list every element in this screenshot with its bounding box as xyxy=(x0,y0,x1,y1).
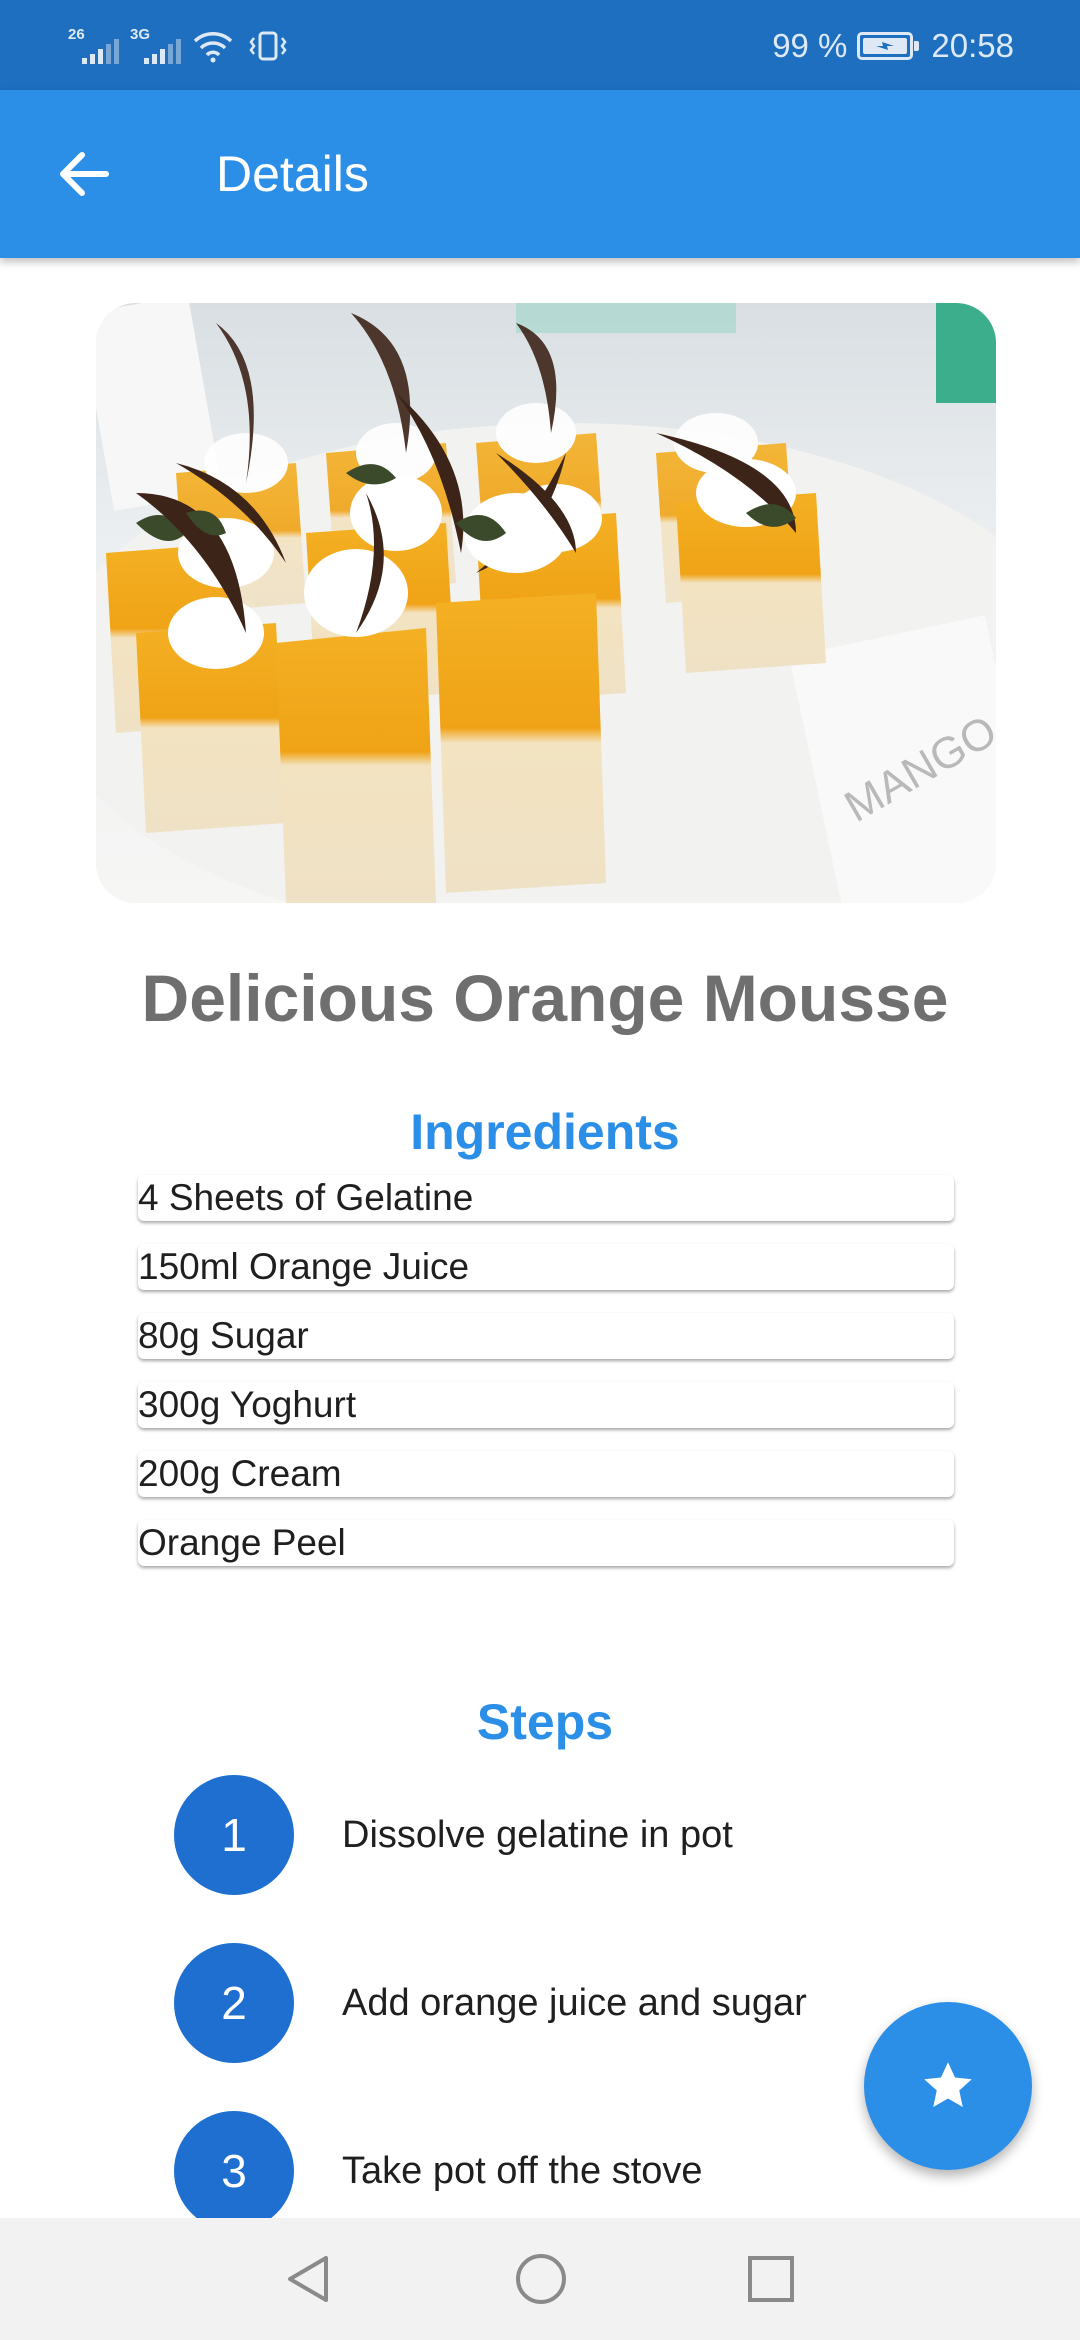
status-bar: 26 3G 99 % 20:58 xyxy=(0,0,1080,90)
wifi-icon xyxy=(193,32,233,63)
nav-back-button[interactable] xyxy=(248,2218,368,2340)
step-item: 3 Take pot off the stove xyxy=(174,2111,974,2231)
vibrate-icon xyxy=(249,31,287,61)
system-navigation-bar xyxy=(0,2218,1080,2340)
ingredient-list: 4 Sheets of Gelatine 150ml Orange Juice … xyxy=(138,1175,954,1589)
back-button[interactable] xyxy=(52,142,116,206)
recipe-title: Delicious Orange Mousse xyxy=(141,961,949,1035)
steps-heading: Steps xyxy=(476,1694,614,1750)
steps-list: 1 Dissolve gelatine in pot 2 Add orange … xyxy=(174,1775,974,2279)
battery-charging-icon xyxy=(857,32,920,60)
recents-square-icon xyxy=(748,2256,794,2302)
step-item: 1 Dissolve gelatine in pot xyxy=(174,1775,974,1895)
step-text: Take pot off the stove xyxy=(342,2150,703,2192)
ingredient-item: 300g Yoghurt xyxy=(138,1382,954,1428)
ingredients-heading: Ingredients xyxy=(410,1104,680,1160)
status-icons-left: 26 3G xyxy=(68,24,288,68)
step-number-badge: 2 xyxy=(174,1943,294,2063)
favorite-fab-button[interactable] xyxy=(864,2002,1032,2170)
step-text: Add orange juice and sugar xyxy=(342,1982,807,2024)
ingredient-item: Orange Peel xyxy=(138,1520,954,1566)
step-number-badge: 3 xyxy=(174,2111,294,2231)
home-circle-icon xyxy=(516,2254,566,2304)
ingredient-item: 4 Sheets of Gelatine xyxy=(138,1175,954,1221)
ingredient-item: 200g Cream xyxy=(138,1451,954,1497)
ingredient-item: 80g Sugar xyxy=(138,1313,954,1359)
app-bar: Details xyxy=(0,90,1080,258)
status-icons-right: 99 % 20:58 xyxy=(772,22,1014,70)
battery-percentage: 99 % xyxy=(772,27,848,64)
signal-icon: 3G xyxy=(130,26,181,66)
recipe-photo: MANGO xyxy=(96,303,996,903)
nav-home-button[interactable] xyxy=(480,2218,600,2340)
step-text: Dissolve gelatine in pot xyxy=(342,1814,733,1856)
ingredient-item: 150ml Orange Juice xyxy=(138,1244,954,1290)
back-triangle-icon xyxy=(288,2256,328,2302)
star-icon xyxy=(924,2062,972,2107)
step-number-badge: 1 xyxy=(174,1775,294,1895)
arrow-back-icon xyxy=(60,152,109,196)
nav-recents-button[interactable] xyxy=(710,2218,830,2340)
clock: 20:58 xyxy=(931,27,1014,64)
step-item: 2 Add orange juice and sugar xyxy=(174,1943,974,2063)
signal-icon: 26 xyxy=(68,26,119,66)
page-title: Details xyxy=(216,146,369,202)
